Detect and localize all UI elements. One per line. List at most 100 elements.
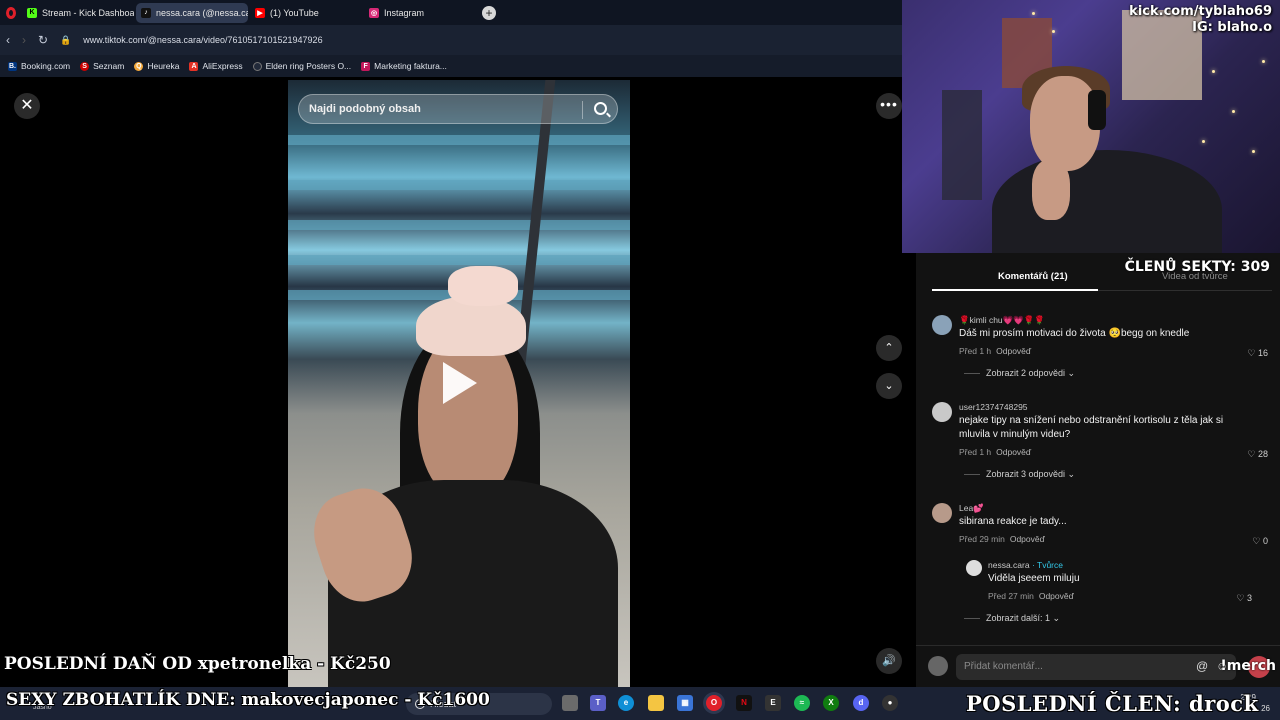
xbox-icon[interactable]: X — [823, 695, 839, 711]
netflix-icon[interactable]: N — [736, 695, 752, 711]
comment-text: sibirana reakce je tady... — [959, 516, 1067, 527]
forward-icon[interactable]: › — [22, 33, 26, 47]
comment-item: Lea💕 sibirana reakce je tady... Před 29 … — [932, 503, 1272, 553]
bookmark-elden-ring[interactable]: Elden ring Posters O... — [252, 61, 351, 71]
instagram-icon: ◎ — [369, 7, 379, 18]
reply-link[interactable]: Odpověď — [1039, 591, 1074, 601]
like-number: 0 — [1262, 536, 1268, 546]
teams-icon[interactable]: T — [590, 695, 606, 711]
bookmark-seznam[interactable]: S Seznam — [80, 61, 124, 71]
like-count[interactable]: ♡ 28 — [1247, 449, 1268, 460]
comment-username[interactable]: nessa.cara · Tvůrce — [988, 560, 1063, 570]
opera-logo-icon[interactable] — [0, 0, 22, 25]
close-button[interactable]: ✕ — [14, 93, 40, 119]
tab-youtube[interactable]: ▶ (1) YouTube — [250, 3, 362, 23]
reply-link[interactable]: Odpověď — [996, 447, 1031, 457]
url-field[interactable]: www.tiktok.com/@nessa.cara/video/7610517… — [83, 35, 322, 45]
like-number: 16 — [1257, 348, 1268, 358]
bookmark-label: AliExpress — [202, 61, 243, 71]
reply-username: nessa.cara — [988, 560, 1030, 570]
reply-link[interactable]: Odpověď — [996, 346, 1031, 356]
kick-icon: K — [27, 7, 37, 18]
lock-icon: 🔒 — [60, 34, 72, 45]
avatar[interactable] — [966, 560, 982, 576]
booking-icon: B. — [8, 61, 17, 71]
bookmarks-bar: B. Booking.com S Seznam Q Heureka A AliExpre… — [0, 55, 902, 77]
bookmark-heureka[interactable]: Q Heureka — [134, 61, 179, 71]
show-more-replies-link[interactable]: Zobrazit další: 1 ⌄ — [964, 613, 1060, 624]
like-count[interactable]: ♡ 3 — [1236, 593, 1252, 604]
file-explorer-icon[interactable] — [562, 695, 578, 711]
comment-meta: Před 1 h Odpověď — [959, 447, 1031, 457]
avatar[interactable] — [932, 402, 952, 422]
comment-username[interactable]: user12374748295 — [959, 402, 1028, 412]
avatar[interactable] — [932, 503, 952, 523]
avatar[interactable] — [932, 315, 952, 335]
like-count[interactable]: ♡ 0 — [1252, 536, 1268, 547]
comment-username[interactable]: 🌹kimli chu💗💗🌹🌹 — [959, 315, 1045, 326]
tab-instagram[interactable]: ◎ Instagram — [364, 3, 476, 23]
epic-games-icon[interactable]: E — [765, 695, 781, 711]
bookmark-label: Booking.com — [21, 61, 71, 71]
edge-icon[interactable]: e — [618, 695, 634, 711]
similar-content-search[interactable]: Najdi podobný obsah — [298, 94, 618, 124]
bookmark-aliexpress[interactable]: A AliExpress — [189, 61, 243, 71]
play-icon[interactable] — [443, 362, 477, 404]
wall-shelf — [942, 90, 982, 200]
opera-icon[interactable]: O — [706, 695, 722, 711]
volume-button[interactable]: 🔊 — [876, 648, 902, 674]
comment-text: Dáš mi prosím motivaci do života 🥺begg o… — [959, 328, 1190, 339]
search-icon[interactable] — [594, 102, 607, 115]
tab-comments[interactable]: Komentářů (21) — [998, 271, 1068, 282]
obs-icon[interactable]: ● — [882, 695, 898, 711]
comment-time: Před 1 h — [959, 447, 992, 457]
reload-icon[interactable]: ↻ — [38, 33, 48, 47]
fairy-light — [1232, 110, 1235, 113]
headphones — [1088, 90, 1106, 130]
video-player[interactable]: Najdi podobný obsah — [288, 80, 630, 687]
comment-meta: Před 29 min Odpověď — [959, 534, 1045, 544]
channel-url: kick.com/tyblaho69 — [1129, 4, 1272, 19]
bookmark-booking[interactable]: B. Booking.com — [8, 61, 70, 71]
bookmark-label: Seznam — [93, 61, 125, 71]
comment-text: Viděla jseeem miluju — [988, 573, 1080, 584]
back-icon[interactable]: ‹ — [6, 33, 10, 47]
creator-badge: · Tvůrce — [1031, 560, 1063, 570]
clock-date: 26 — [1261, 704, 1270, 713]
like-count[interactable]: ♡ 16 — [1247, 348, 1268, 359]
previous-video-button[interactable]: ⌃ — [876, 335, 902, 361]
address-bar: ‹ › ↻ 🔒 www.tiktok.com/@nessa.cara/video… — [0, 25, 902, 55]
folder-icon[interactable] — [648, 695, 664, 711]
fairy-light — [1252, 150, 1255, 153]
reply-link[interactable]: Odpověď — [1010, 534, 1045, 544]
bed-slat — [288, 220, 630, 230]
wall-poster — [1122, 10, 1202, 100]
show-replies-link[interactable]: Zobrazit 2 odpovědi ⌄ — [964, 368, 1075, 379]
bed-slat — [288, 135, 630, 145]
show-replies-link[interactable]: Zobrazit 3 odpovědi ⌄ — [964, 469, 1075, 480]
discord-icon[interactable]: d — [853, 695, 869, 711]
fairy-light — [1212, 70, 1215, 73]
creator-reply: nessa.cara · Tvůrce Viděla jseeem miluju… — [966, 560, 1256, 610]
comment-time: Před 1 h — [959, 346, 992, 356]
tab-tiktok[interactable]: ♪ nessa.cara (@nessa.cara) | — [136, 2, 248, 23]
tab-kick-dashboard[interactable]: K Stream - Kick Dashboard — [22, 3, 134, 23]
comment-time: Před 27 min — [988, 591, 1034, 601]
seznam-icon: S — [80, 61, 90, 71]
more-options-button[interactable]: ••• — [876, 93, 902, 119]
browser-tab-bar: K Stream - Kick Dashboard ♪ nessa.cara (… — [0, 0, 902, 25]
comment-input[interactable]: Přidat komentář... — [956, 654, 1236, 680]
next-video-button[interactable]: ⌄ — [876, 373, 902, 399]
new-tab-button[interactable]: + — [482, 5, 496, 20]
comment-username[interactable]: Lea💕 — [959, 503, 984, 514]
comment-text: nejake tipy na snížení nebo odstranění k… — [959, 415, 1224, 440]
store-icon[interactable]: ▦ — [677, 695, 693, 711]
bookmark-marketing[interactable]: F Marketing faktura... — [361, 61, 447, 71]
merch-command: !merch — [1220, 658, 1276, 674]
spotify-icon[interactable]: ≈ — [794, 695, 810, 711]
instagram-handle: IG: blaho.o — [1192, 20, 1272, 35]
search-placeholder: Najdi podobný obsah — [309, 103, 421, 115]
fairy-light — [1262, 60, 1265, 63]
mention-icon[interactable]: @ — [1196, 659, 1208, 673]
streamer-body — [992, 150, 1222, 253]
